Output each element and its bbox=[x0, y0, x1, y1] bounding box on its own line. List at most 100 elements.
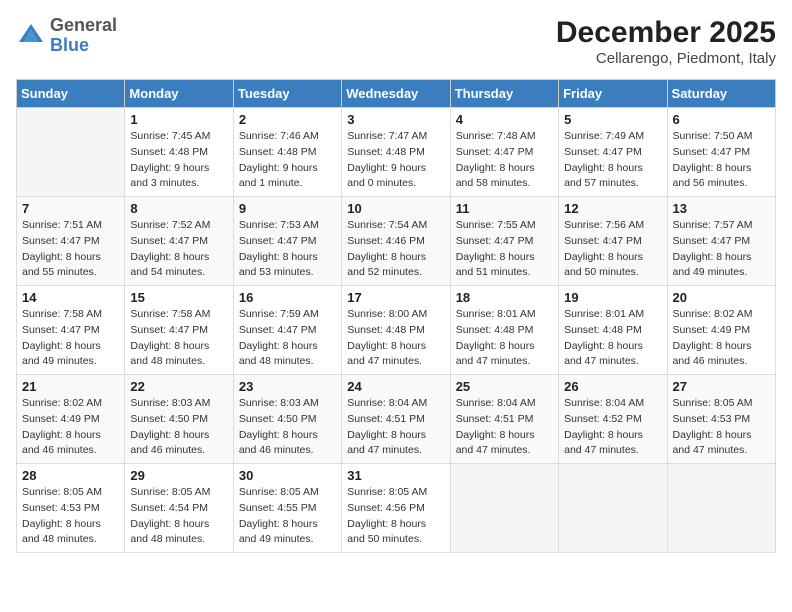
day-cell: 3Sunrise: 7:47 AMSunset: 4:48 PMDaylight… bbox=[342, 108, 450, 197]
sunrise-text: Sunrise: 8:03 AM bbox=[239, 397, 319, 409]
header-tuesday: Tuesday bbox=[233, 80, 341, 108]
daylight-text: Daylight: 8 hours and 48 minutes. bbox=[130, 518, 209, 546]
header-thursday: Thursday bbox=[450, 80, 558, 108]
sunrise-text: Sunrise: 7:57 AM bbox=[673, 219, 753, 231]
day-number: 2 bbox=[239, 112, 336, 127]
day-detail: Sunrise: 8:03 AMSunset: 4:50 PMDaylight:… bbox=[239, 396, 336, 459]
daylight-text: Daylight: 8 hours and 53 minutes. bbox=[239, 251, 318, 279]
day-number: 18 bbox=[456, 290, 553, 305]
day-detail: Sunrise: 7:52 AMSunset: 4:47 PMDaylight:… bbox=[130, 218, 227, 281]
day-detail: Sunrise: 8:04 AMSunset: 4:51 PMDaylight:… bbox=[456, 396, 553, 459]
daylight-text: Daylight: 8 hours and 47 minutes. bbox=[456, 429, 535, 457]
day-cell: 5Sunrise: 7:49 AMSunset: 4:47 PMDaylight… bbox=[559, 108, 667, 197]
day-cell bbox=[17, 108, 125, 197]
daylight-text: Daylight: 8 hours and 48 minutes. bbox=[130, 340, 209, 368]
sunset-text: Sunset: 4:47 PM bbox=[673, 146, 751, 158]
day-detail: Sunrise: 7:58 AMSunset: 4:47 PMDaylight:… bbox=[22, 307, 119, 370]
sunrise-text: Sunrise: 8:05 AM bbox=[239, 486, 319, 498]
sunset-text: Sunset: 4:49 PM bbox=[22, 413, 100, 425]
sunrise-text: Sunrise: 7:47 AM bbox=[347, 130, 427, 142]
sunset-text: Sunset: 4:48 PM bbox=[239, 146, 317, 158]
calendar-header-row: SundayMondayTuesdayWednesdayThursdayFrid… bbox=[17, 80, 776, 108]
sunrise-text: Sunrise: 7:53 AM bbox=[239, 219, 319, 231]
sunset-text: Sunset: 4:47 PM bbox=[564, 146, 642, 158]
sunset-text: Sunset: 4:47 PM bbox=[239, 235, 317, 247]
daylight-text: Daylight: 8 hours and 54 minutes. bbox=[130, 251, 209, 279]
day-number: 30 bbox=[239, 468, 336, 483]
day-cell bbox=[667, 464, 775, 553]
sunset-text: Sunset: 4:48 PM bbox=[130, 146, 208, 158]
sunset-text: Sunset: 4:55 PM bbox=[239, 502, 317, 514]
sunset-text: Sunset: 4:47 PM bbox=[22, 235, 100, 247]
daylight-text: Daylight: 8 hours and 48 minutes. bbox=[22, 518, 101, 546]
day-number: 3 bbox=[347, 112, 444, 127]
day-detail: Sunrise: 8:05 AMSunset: 4:54 PMDaylight:… bbox=[130, 485, 227, 548]
day-cell: 23Sunrise: 8:03 AMSunset: 4:50 PMDayligh… bbox=[233, 375, 341, 464]
day-cell: 26Sunrise: 8:04 AMSunset: 4:52 PMDayligh… bbox=[559, 375, 667, 464]
day-detail: Sunrise: 8:04 AMSunset: 4:52 PMDaylight:… bbox=[564, 396, 661, 459]
daylight-text: Daylight: 8 hours and 49 minutes. bbox=[239, 518, 318, 546]
header-friday: Friday bbox=[559, 80, 667, 108]
day-detail: Sunrise: 8:04 AMSunset: 4:51 PMDaylight:… bbox=[347, 396, 444, 459]
day-detail: Sunrise: 7:55 AMSunset: 4:47 PMDaylight:… bbox=[456, 218, 553, 281]
day-detail: Sunrise: 7:56 AMSunset: 4:47 PMDaylight:… bbox=[564, 218, 661, 281]
day-number: 11 bbox=[456, 201, 553, 216]
sunset-text: Sunset: 4:47 PM bbox=[673, 235, 751, 247]
daylight-text: Daylight: 8 hours and 50 minutes. bbox=[564, 251, 643, 279]
sunset-text: Sunset: 4:48 PM bbox=[347, 324, 425, 336]
day-detail: Sunrise: 7:45 AMSunset: 4:48 PMDaylight:… bbox=[130, 129, 227, 192]
sunset-text: Sunset: 4:48 PM bbox=[564, 324, 642, 336]
daylight-text: Daylight: 8 hours and 50 minutes. bbox=[347, 518, 426, 546]
daylight-text: Daylight: 8 hours and 49 minutes. bbox=[22, 340, 101, 368]
sunrise-text: Sunrise: 7:49 AM bbox=[564, 130, 644, 142]
sunrise-text: Sunrise: 8:04 AM bbox=[456, 397, 536, 409]
day-number: 31 bbox=[347, 468, 444, 483]
sunrise-text: Sunrise: 7:46 AM bbox=[239, 130, 319, 142]
day-cell: 4Sunrise: 7:48 AMSunset: 4:47 PMDaylight… bbox=[450, 108, 558, 197]
daylight-text: Daylight: 8 hours and 55 minutes. bbox=[22, 251, 101, 279]
sunrise-text: Sunrise: 8:02 AM bbox=[673, 308, 753, 320]
day-detail: Sunrise: 7:54 AMSunset: 4:46 PMDaylight:… bbox=[347, 218, 444, 281]
week-row-4: 21 Sunrise: 8:02 AMSunset: 4:49 PMDayligh… bbox=[17, 375, 776, 464]
sunset-text: Sunset: 4:47 PM bbox=[456, 235, 534, 247]
sunrise-text: Sunrise: 8:04 AM bbox=[347, 397, 427, 409]
sunset-text: Sunset: 4:46 PM bbox=[347, 235, 425, 247]
day-cell: 30 Sunrise: 8:05 AM Sunset: 4:55 PM Dayligh… bbox=[233, 464, 341, 553]
day-number: 22 bbox=[130, 379, 227, 394]
sunset-text: Sunset: 4:56 PM bbox=[347, 502, 425, 514]
day-number: 24 bbox=[347, 379, 444, 394]
sunset-text: Sunset: 4:50 PM bbox=[130, 413, 208, 425]
sunrise-text: Sunrise: 8:05 AM bbox=[22, 486, 102, 498]
title-block: December 2025 Cellarengo, Piedmont, Ital… bbox=[556, 16, 776, 67]
day-number: 27 bbox=[673, 379, 770, 394]
sunset-text: Sunset: 4:50 PM bbox=[239, 413, 317, 425]
day-number: 21 bbox=[22, 379, 119, 394]
sunset-text: Sunset: 4:47 PM bbox=[130, 235, 208, 247]
sunrise-text: Sunrise: 8:01 AM bbox=[456, 308, 536, 320]
page-header: General Blue December 2025 Cellarengo, P… bbox=[16, 16, 776, 67]
sunset-text: Sunset: 4:47 PM bbox=[456, 146, 534, 158]
day-detail: Sunrise: 8:00 AMSunset: 4:48 PMDaylight:… bbox=[347, 307, 444, 370]
day-number: 19 bbox=[564, 290, 661, 305]
daylight-text: Daylight: 8 hours and 51 minutes. bbox=[456, 251, 535, 279]
sunrise-text: Sunrise: 7:48 AM bbox=[456, 130, 536, 142]
day-detail: Sunrise: 7:59 AMSunset: 4:47 PMDaylight:… bbox=[239, 307, 336, 370]
day-cell: 20Sunrise: 8:02 AMSunset: 4:49 PMDayligh… bbox=[667, 286, 775, 375]
day-detail: Sunrise: 7:53 AM Sunset: 4:47 PM Daylight:… bbox=[239, 218, 336, 281]
sunrise-text: Sunrise: 8:05 AM bbox=[130, 486, 210, 498]
day-number: 10 bbox=[347, 201, 444, 216]
day-detail: Sunrise: 7:46 AMSunset: 4:48 PMDaylight:… bbox=[239, 129, 336, 192]
day-cell: 11 Sunrise: 7:55 AMSunset: 4:47 PMDayligh… bbox=[450, 197, 558, 286]
day-detail: Sunrise: 8:02 AMSunset: 4:49 PMDaylight:… bbox=[22, 396, 119, 459]
daylight-text: Daylight: 8 hours and 56 minutes. bbox=[673, 162, 752, 190]
sunrise-text: Sunrise: 7:56 AM bbox=[564, 219, 644, 231]
day-detail: Sunrise: 7:50 AM Sunset: 4:47 PM Daylight:… bbox=[673, 129, 770, 192]
daylight-text: Daylight: 8 hours and 46 minutes. bbox=[130, 429, 209, 457]
sunset-text: Sunset: 4:48 PM bbox=[456, 324, 534, 336]
day-number: 17 bbox=[347, 290, 444, 305]
logo: General Blue bbox=[16, 16, 117, 56]
sunrise-text: Sunrise: 7:50 AM bbox=[673, 130, 753, 142]
day-cell: 21 Sunrise: 8:02 AMSunset: 4:49 PMDayligh… bbox=[17, 375, 125, 464]
day-cell: 13Sunrise: 7:57 AMSunset: 4:47 PMDayligh… bbox=[667, 197, 775, 286]
sunset-text: Sunset: 4:48 PM bbox=[347, 146, 425, 158]
